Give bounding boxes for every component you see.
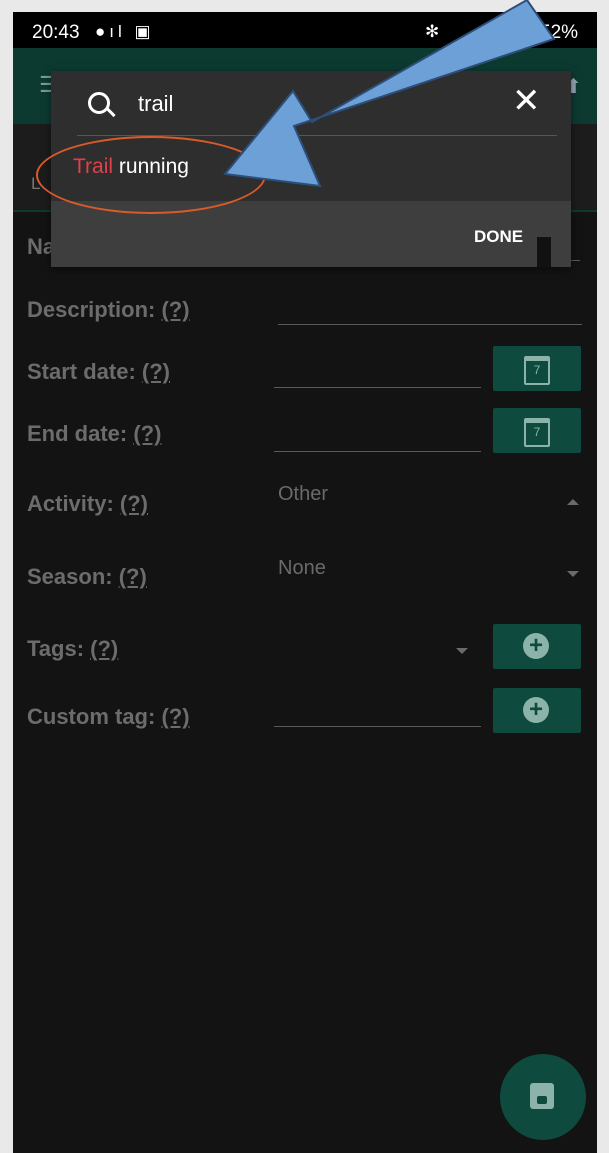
start-date-label: Start date: (?) bbox=[27, 359, 171, 384]
done-button[interactable]: DONE bbox=[474, 227, 523, 247]
custom-tag-label: Custom tag: (?) bbox=[27, 704, 190, 729]
season-select[interactable]: None bbox=[278, 557, 326, 580]
activity-select[interactable]: Other bbox=[278, 483, 328, 506]
close-icon[interactable]: ✕ bbox=[512, 84, 541, 118]
help-link[interactable]: (?) bbox=[133, 421, 161, 446]
tab-first[interactable]: L bbox=[31, 174, 40, 194]
tag-search-dialog: trail ✕ Trail running DONE bbox=[51, 71, 571, 267]
start-date-input[interactable] bbox=[274, 387, 481, 388]
result-rest: running bbox=[113, 155, 189, 178]
search-underline bbox=[77, 135, 557, 136]
calendar-icon: 7 bbox=[524, 418, 550, 447]
dialog-footer: DONE bbox=[51, 201, 571, 267]
description-input[interactable] bbox=[278, 324, 582, 325]
status-bar: 20:43 ●ıl ▣ ✻ 52% bbox=[13, 12, 597, 48]
help-link[interactable]: (?) bbox=[142, 359, 170, 384]
status-time: 20:43 bbox=[32, 22, 80, 43]
search-area: trail ✕ Trail running bbox=[51, 71, 571, 201]
activity-label: Activity: (?) bbox=[27, 491, 149, 516]
end-date-label: End date: (?) bbox=[27, 421, 162, 446]
season-label: Season: (?) bbox=[27, 564, 147, 589]
help-link[interactable]: (?) bbox=[120, 491, 148, 516]
end-date-input[interactable] bbox=[274, 451, 481, 452]
description-label: Description: (?) bbox=[27, 297, 190, 322]
start-date-picker-button[interactable]: 7 bbox=[493, 346, 581, 391]
battery-level: 52% bbox=[540, 22, 579, 43]
dropdown-caret-icon[interactable] bbox=[567, 499, 579, 505]
help-link[interactable]: (?) bbox=[161, 704, 189, 729]
save-button[interactable] bbox=[500, 1054, 586, 1140]
search-input[interactable]: trail bbox=[138, 91, 173, 117]
bluetooth-icon: ✻ bbox=[425, 22, 440, 41]
save-icon bbox=[530, 1083, 554, 1109]
help-link[interactable]: (?) bbox=[119, 564, 147, 589]
search-icon bbox=[88, 92, 110, 114]
dropdown-caret-icon[interactable] bbox=[567, 571, 579, 577]
status-icons: ●ıl ▣ bbox=[95, 22, 155, 41]
add-icon: + bbox=[523, 697, 549, 723]
end-date-picker-button[interactable]: 7 bbox=[493, 408, 581, 453]
add-custom-tag-button[interactable]: + bbox=[493, 688, 581, 733]
search-result-item[interactable]: Trail running bbox=[73, 155, 189, 179]
calendar-icon: 7 bbox=[524, 356, 550, 385]
help-link[interactable]: (?) bbox=[161, 297, 189, 322]
add-icon: + bbox=[523, 633, 549, 659]
scrollbar-thumb[interactable] bbox=[537, 237, 551, 267]
tags-label: Tags: (?) bbox=[27, 636, 119, 661]
custom-tag-input[interactable] bbox=[274, 726, 481, 727]
add-tag-button[interactable]: + bbox=[493, 624, 581, 669]
result-highlight: Trail bbox=[73, 155, 114, 178]
help-link[interactable]: (?) bbox=[90, 636, 118, 661]
dropdown-caret-icon[interactable] bbox=[456, 648, 468, 654]
